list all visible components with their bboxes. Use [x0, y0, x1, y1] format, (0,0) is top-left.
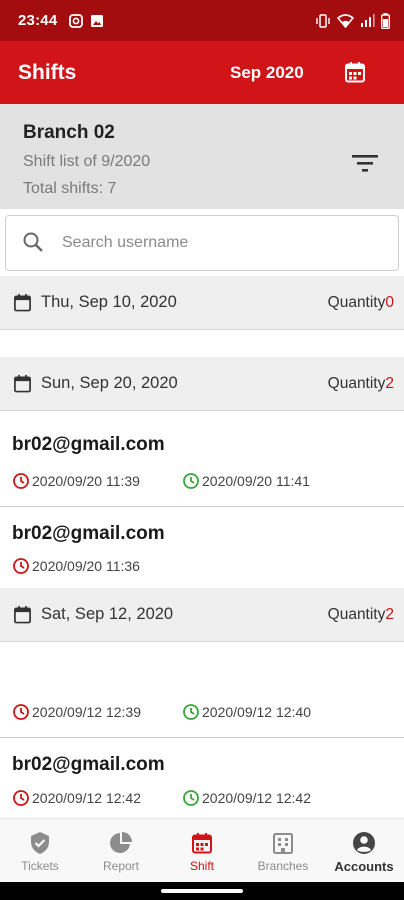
- bottom-navigation: Tickets Report Shift Branches Accounts: [0, 818, 404, 882]
- branch-summary: Branch 02 Shift list of 9/2020 Total shi…: [0, 104, 404, 209]
- nav-accounts[interactable]: Accounts: [324, 819, 404, 883]
- day-date: Sat, Sep 12, 2020: [41, 605, 174, 623]
- app-bar: Shifts Sep 2020: [0, 41, 404, 104]
- day-date: Sun, Sep 20, 2020: [41, 374, 178, 392]
- instagram-notification-icon: [69, 13, 84, 28]
- status-bar: 23:44: [0, 0, 404, 41]
- nav-label: Tickets: [21, 859, 59, 873]
- shift-username: br02@gmail.com: [12, 523, 165, 544]
- calendar-icon: [14, 293, 31, 312]
- day-header[interactable]: Thu, Sep 10, 2020 Quantity0: [0, 276, 404, 330]
- shift-item[interactable]: br02@gmail.com 2020/09/12 12:42 2020/09/…: [0, 738, 404, 818]
- vibrate-icon: [316, 13, 330, 28]
- day-header[interactable]: Sun, Sep 20, 2020 Quantity2: [0, 357, 404, 411]
- nav-report[interactable]: Report: [81, 819, 161, 883]
- search-box[interactable]: [5, 215, 399, 271]
- clock-in-icon: [13, 473, 29, 489]
- branch-name: Branch 02: [23, 122, 115, 143]
- shield-check-icon: [31, 832, 49, 854]
- clock-in-icon: [13, 790, 29, 806]
- check-out-time: 2020/09/20 11:41: [182, 472, 310, 490]
- search-icon: [23, 232, 43, 252]
- search-input[interactable]: [62, 228, 382, 258]
- check-in-time: 2020/09/20 11:39: [12, 472, 140, 490]
- shift-username: br02@gmail.com: [12, 434, 165, 455]
- filter-icon[interactable]: [352, 153, 378, 173]
- nav-label: Accounts: [334, 859, 394, 874]
- page-title: Shifts: [18, 60, 77, 84]
- nav-label: Shift: [189, 859, 214, 873]
- calendar-icon: [192, 833, 212, 854]
- day-date: Thu, Sep 10, 2020: [41, 293, 177, 311]
- check-in-time: 2020/09/20 11:36: [12, 557, 140, 575]
- month-selector[interactable]: Sep 2020: [230, 63, 304, 83]
- day-header[interactable]: Sat, Sep 12, 2020 Quantity2: [0, 588, 404, 642]
- account-icon: [353, 832, 375, 854]
- clock-in-icon: [13, 558, 29, 574]
- calendar-icon[interactable]: [343, 60, 367, 84]
- check-in-time: 2020/09/12 12:42: [12, 789, 141, 807]
- total-shifts: Total shifts: 7: [23, 180, 117, 197]
- shift-item[interactable]: br02@gmail.com 2020/09/20 11:36: [0, 507, 404, 588]
- home-gesture-handle[interactable]: [161, 889, 243, 893]
- day-quantity: Quantity2: [327, 375, 394, 392]
- check-in-time: 2020/09/12 12:39: [12, 703, 141, 721]
- check-out-time: 2020/09/12 12:40: [182, 703, 311, 721]
- nav-tickets[interactable]: Tickets: [0, 819, 80, 883]
- clock-out-icon: [183, 790, 199, 806]
- nav-branches[interactable]: Branches: [243, 819, 323, 883]
- nav-label: Branches: [257, 859, 309, 873]
- day-quantity: Quantity2: [327, 606, 394, 623]
- status-time: 23:44: [18, 12, 58, 29]
- nav-label: Report: [102, 859, 140, 873]
- day-quantity: Quantity0: [327, 294, 394, 311]
- clock-in-icon: [13, 704, 29, 720]
- building-icon: [273, 833, 293, 854]
- clock-out-icon: [183, 704, 199, 720]
- check-out-time: 2020/09/12 12:42: [182, 789, 311, 807]
- calendar-icon: [14, 605, 31, 624]
- signal-icon: [361, 14, 375, 27]
- shift-username: br02@gmail.com: [12, 754, 165, 775]
- nav-shift[interactable]: Shift: [162, 819, 242, 883]
- image-notification-icon: [91, 14, 104, 27]
- pie-chart-icon: [110, 832, 132, 853]
- shifts-screen: 23:44 Shifts Sep 2020 Branch 02 Shift li…: [0, 0, 404, 900]
- battery-icon: [381, 12, 390, 29]
- shift-item[interactable]: 2020/09/12 12:39 2020/09/12 12:40: [0, 642, 404, 738]
- gesture-bar: [0, 882, 404, 900]
- branch-subtitle: Shift list of 9/2020: [23, 153, 151, 170]
- shift-item[interactable]: br02@gmail.com 2020/09/20 11:39 2020/09/…: [0, 411, 404, 507]
- wifi-icon: [337, 14, 354, 28]
- calendar-icon: [14, 374, 31, 393]
- clock-out-icon: [183, 473, 199, 489]
